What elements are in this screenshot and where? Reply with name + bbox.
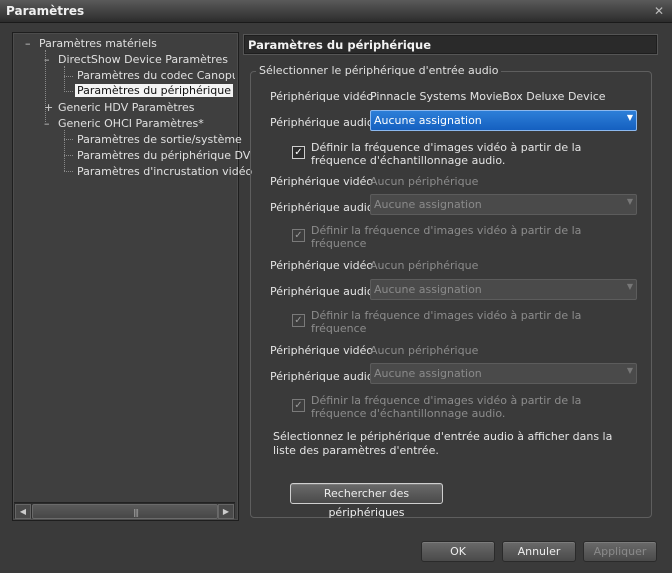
audio-device-select-value: Aucune assignation <box>374 283 482 296</box>
tree-item-sortie[interactable]: Paramètres de sortie/système <box>77 133 242 146</box>
video-device-value: Pinnacle Systems MovieBox Deluxe Device <box>370 90 606 103</box>
framerate-checkbox-1[interactable]: ✓ <box>292 146 305 159</box>
audio-device-label: Périphérique audio <box>270 201 374 214</box>
ok-button[interactable]: OK <box>421 541 495 562</box>
framerate-checkbox-3[interactable]: ✓ <box>292 314 305 327</box>
framerate-checkbox-label: Définir la fréquence d'images vidéo à pa… <box>311 309 582 335</box>
info-text: Sélectionnez le périphérique d'entrée au… <box>273 430 613 457</box>
chevron-down-icon: ▼ <box>626 366 633 375</box>
tree-item-incrustation[interactable]: Paramètres d'incrustation vidéo <box>77 165 252 178</box>
tree-collapse-icon[interactable]: – <box>44 53 50 66</box>
audio-device-select-value: Aucune assignation <box>374 367 482 380</box>
section-title: Paramètres du périphérique <box>248 38 432 52</box>
audio-device-label: Périphérique audio <box>270 285 374 298</box>
video-device-label: Périphérique vidéo <box>270 175 374 188</box>
search-devices-button[interactable]: Rechercher des périphériques <box>290 483 443 519</box>
tree-item-directshow[interactable]: DirectShow Device Paramètres <box>58 53 228 66</box>
cancel-button[interactable]: Annuler <box>502 541 576 562</box>
section-header: Paramètres du périphérique <box>243 34 658 55</box>
tree-item-hdv[interactable]: Generic HDV Paramètres <box>58 101 194 114</box>
video-device-value: Aucun périphérique <box>370 175 479 188</box>
tree-connector <box>64 76 73 77</box>
audio-device-select-value: Aucune assignation <box>374 114 482 127</box>
framerate-checkbox-4[interactable]: ✓ <box>292 399 305 412</box>
scroll-right-icon[interactable]: ▶ <box>218 504 234 519</box>
tree-connector <box>64 139 73 140</box>
audio-device-label: Périphérique audio <box>270 116 374 129</box>
tree-item-ohci[interactable]: Generic OHCI Paramètres* <box>58 117 204 130</box>
tree-collapse-icon[interactable]: – <box>25 37 31 50</box>
tree-expand-icon[interactable]: + <box>44 101 53 114</box>
tree-connector <box>64 171 73 172</box>
tree-connector <box>64 155 73 156</box>
scrollbar-thumb[interactable]: ||| <box>32 504 218 519</box>
audio-device-select-value: Aucune assignation <box>374 198 482 211</box>
tree-connector <box>64 66 65 92</box>
tree-collapse-icon[interactable]: – <box>44 117 50 130</box>
tree-item-dv[interactable]: Paramètres du périphérique DV <box>77 149 250 162</box>
framerate-checkbox-label: Définir la fréquence d'images vidéo à pa… <box>311 141 582 167</box>
close-icon[interactable]: ✕ <box>652 4 666 18</box>
framerate-checkbox-label: Définir la fréquence d'images vidéo à pa… <box>311 394 582 420</box>
framerate-checkbox-label: Définir la fréquence d'images vidéo à pa… <box>311 224 582 250</box>
video-device-value: Aucun périphérique <box>370 259 479 272</box>
tree-item-peripherique[interactable]: Paramètres du périphérique <box>75 84 234 97</box>
grip-icon: ||| <box>133 508 139 517</box>
apply-button[interactable]: Appliquer <box>583 541 657 562</box>
framerate-checkbox-2[interactable]: ✓ <box>292 229 305 242</box>
tree-connector <box>64 91 73 92</box>
audio-device-select-1[interactable]: Aucune assignation ▼ <box>370 110 637 131</box>
video-device-label: Périphérique vidéo <box>270 344 374 357</box>
audio-device-select-3[interactable]: Aucune assignation ▼ <box>370 279 637 300</box>
tree-item-parametres-materiels[interactable]: Paramètres matériels <box>39 37 157 50</box>
title-bar <box>0 0 672 23</box>
chevron-down-icon: ▼ <box>626 113 633 122</box>
audio-device-select-2[interactable]: Aucune assignation ▼ <box>370 194 637 215</box>
tree-horizontal-scrollbar[interactable]: ◀ ||| ▶ <box>14 502 235 519</box>
scroll-left-icon[interactable]: ◀ <box>15 504 31 519</box>
video-device-value: Aucun périphérique <box>370 344 479 357</box>
chevron-down-icon: ▼ <box>626 197 633 206</box>
tree-item-codec[interactable]: Paramètres du codec Canopus HQ <box>77 69 235 82</box>
audio-device-select-4[interactable]: Aucune assignation ▼ <box>370 363 637 384</box>
audio-device-label: Périphérique audio <box>270 370 374 383</box>
window-title: Paramètres <box>6 4 85 18</box>
tree-connector <box>64 130 65 171</box>
video-device-label: Périphérique vidéo <box>270 90 374 103</box>
group-label: Sélectionner le périphérique d'entrée au… <box>256 64 502 77</box>
tree-item-codec-label: Paramètres du codec Canopus HQ <box>77 69 235 82</box>
video-device-label: Périphérique vidéo <box>270 259 374 272</box>
chevron-down-icon: ▼ <box>626 282 633 291</box>
